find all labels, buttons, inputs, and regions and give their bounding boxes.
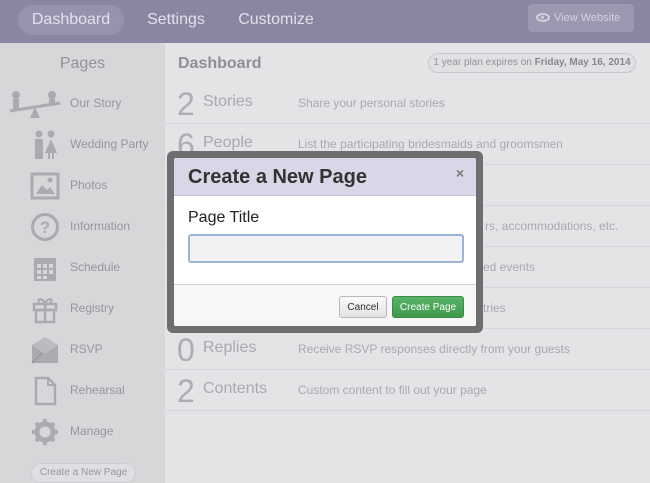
page-title-label: Page Title bbox=[188, 209, 260, 226]
modal-header: Create a New Page × bbox=[174, 158, 476, 196]
modal-frame: Create a New Page × Page Title Cancel Cr… bbox=[167, 151, 483, 333]
modal-footer: Cancel Create Page bbox=[174, 284, 476, 326]
modal-title: Create a New Page bbox=[188, 166, 367, 188]
create-page-modal: Create a New Page × Page Title Cancel Cr… bbox=[174, 158, 476, 326]
page-title-input[interactable] bbox=[188, 234, 464, 263]
create-page-button[interactable]: Create Page bbox=[392, 296, 464, 318]
close-icon[interactable]: × bbox=[456, 165, 464, 181]
cancel-button[interactable]: Cancel bbox=[339, 296, 387, 318]
